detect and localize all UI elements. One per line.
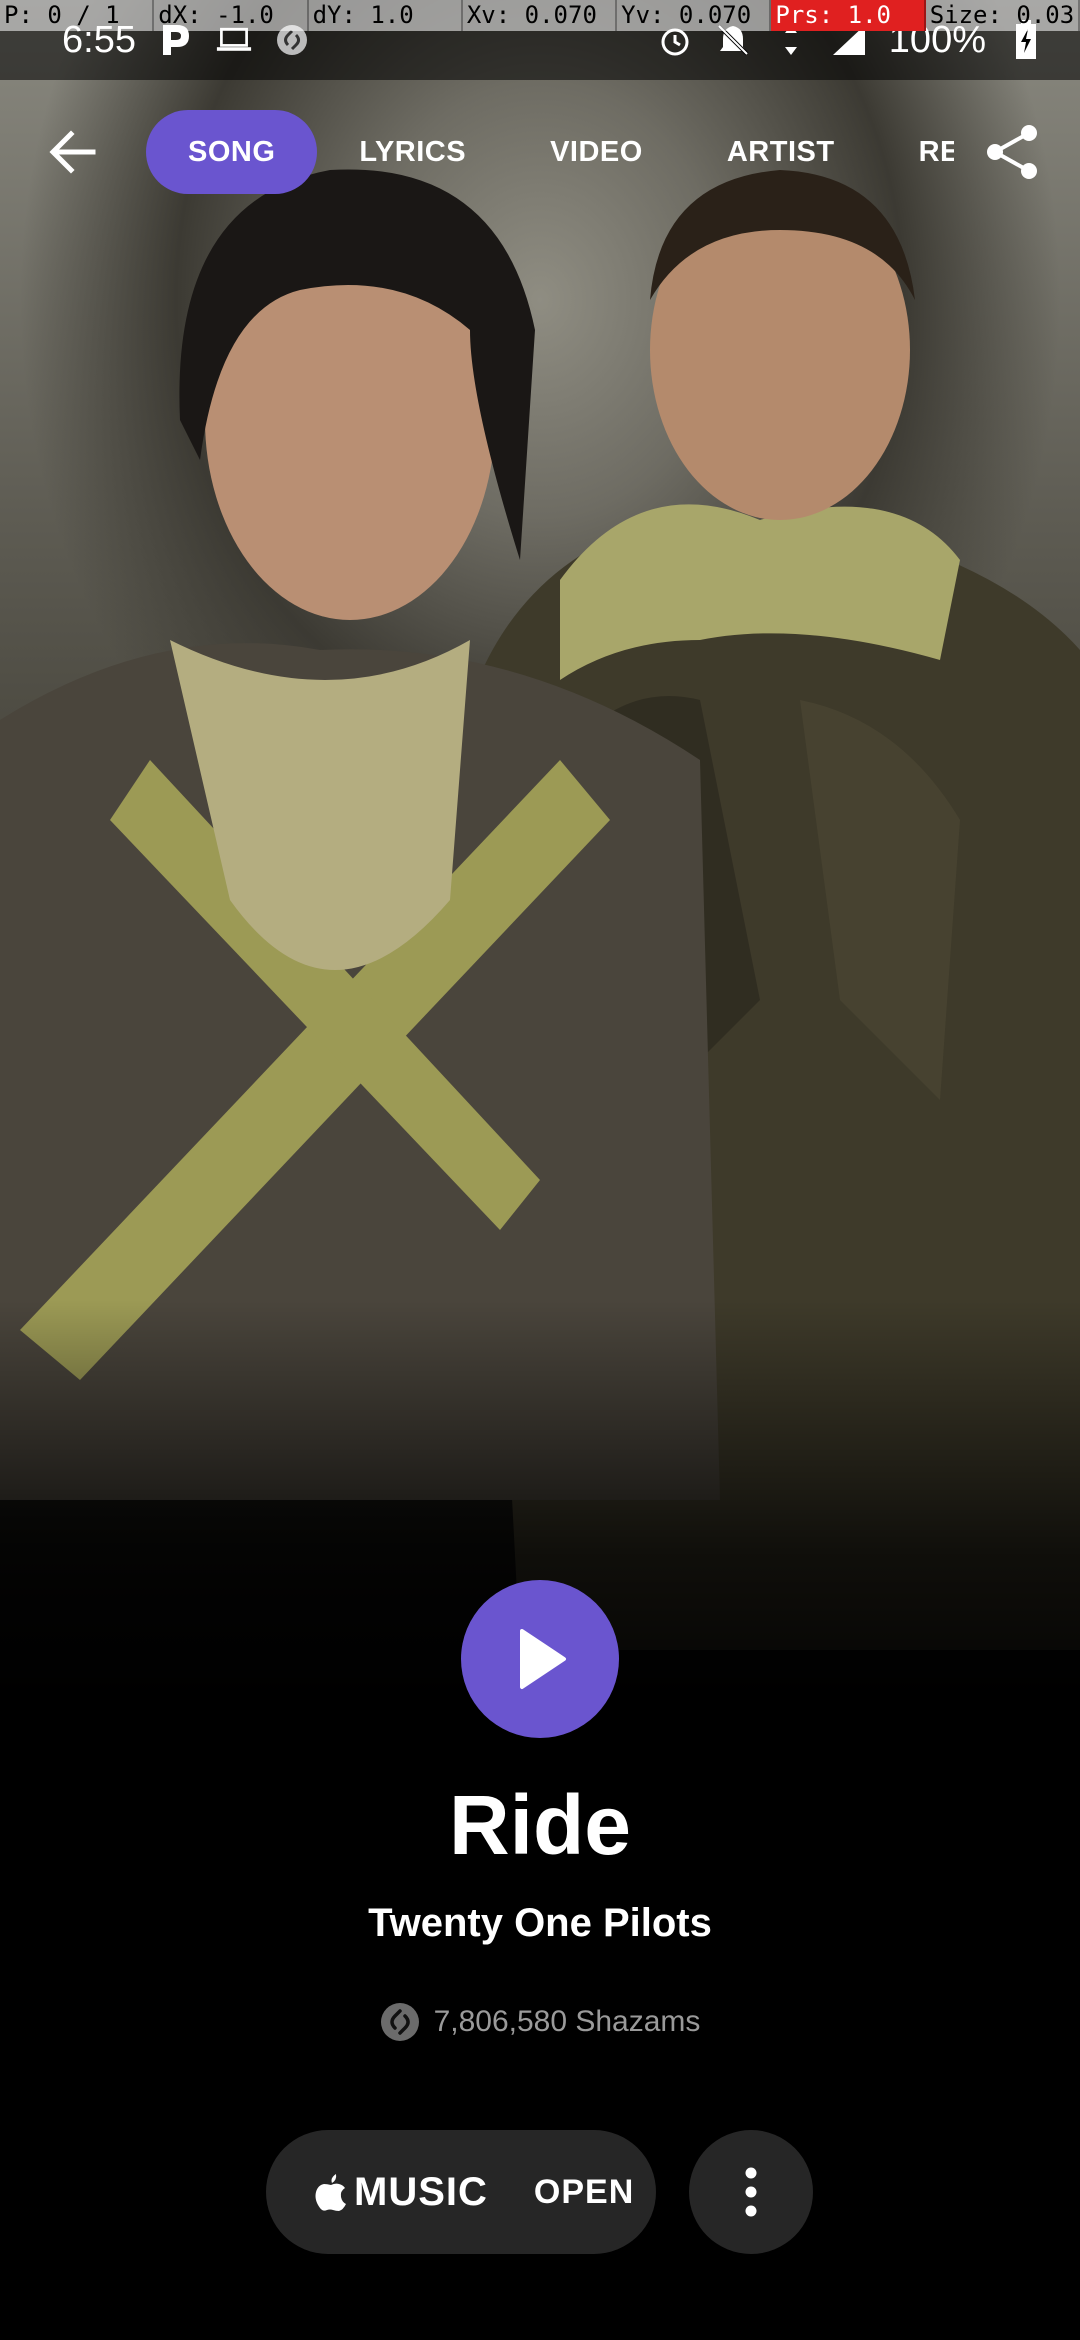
arrow-left-icon [49, 130, 96, 174]
debug-prs: Prs: 1.0 [771, 0, 926, 31]
share-icon [987, 125, 1037, 179]
shazam-logo-icon [380, 2003, 419, 2041]
more-options-button[interactable] [689, 2130, 813, 2254]
debug-dy: dY: 1.0 [308, 0, 463, 31]
debug-yv: Yv: 0.070 [617, 0, 772, 31]
shazam-count-label: 7,806,580 Shazams [433, 2005, 701, 2038]
play-icon [520, 1629, 566, 1689]
tab-song[interactable]: SONG [146, 110, 318, 194]
pointer-debug-overlay: P: 0 / 1 dX: -1.0 dY: 1.0 Xv: 0.070 Yv: … [0, 0, 1080, 31]
song-screen: 6:55 100% P: 0 / 1 dX: -1.0 dY: 1.0 Xv: … [0, 0, 1080, 2340]
shazam-count: 7,806,580 Shazams [0, 2002, 1080, 2042]
back-button[interactable] [40, 122, 106, 182]
play-button[interactable] [461, 1580, 619, 1738]
debug-size: Size: 0.03 [925, 0, 1080, 31]
song-artist[interactable]: Twenty One Pilots [0, 1895, 1080, 1951]
apple-icon [315, 2174, 346, 2211]
song-title: Ride [448, 1778, 632, 1872]
tab-bar: SONG LYRICS VIDEO ARTIST RELATED [146, 110, 954, 194]
more-vertical-icon [745, 2167, 757, 2217]
tab-related[interactable]: RELATED [877, 110, 954, 194]
tab-lyrics[interactable]: LYRICS [317, 110, 508, 194]
apple-music-open-button[interactable]: MUSIC OPEN [266, 2130, 656, 2254]
debug-dx: dX: -1.0 [154, 0, 309, 31]
apple-music-brand: MUSIC [314, 2170, 488, 2215]
top-navigation: SONG LYRICS VIDEO ARTIST RELATED [0, 110, 1080, 194]
debug-pointer: P: 0 / 1 [0, 0, 155, 31]
music-label: MUSIC [354, 2169, 488, 2214]
tab-artist[interactable]: ARTIST [685, 110, 877, 194]
debug-xv: Xv: 0.070 [462, 0, 618, 31]
open-label: OPEN [533, 2172, 635, 2211]
share-button[interactable] [980, 120, 1044, 184]
tab-video[interactable]: VIDEO [508, 110, 685, 194]
album-artwork [0, 0, 1080, 1760]
